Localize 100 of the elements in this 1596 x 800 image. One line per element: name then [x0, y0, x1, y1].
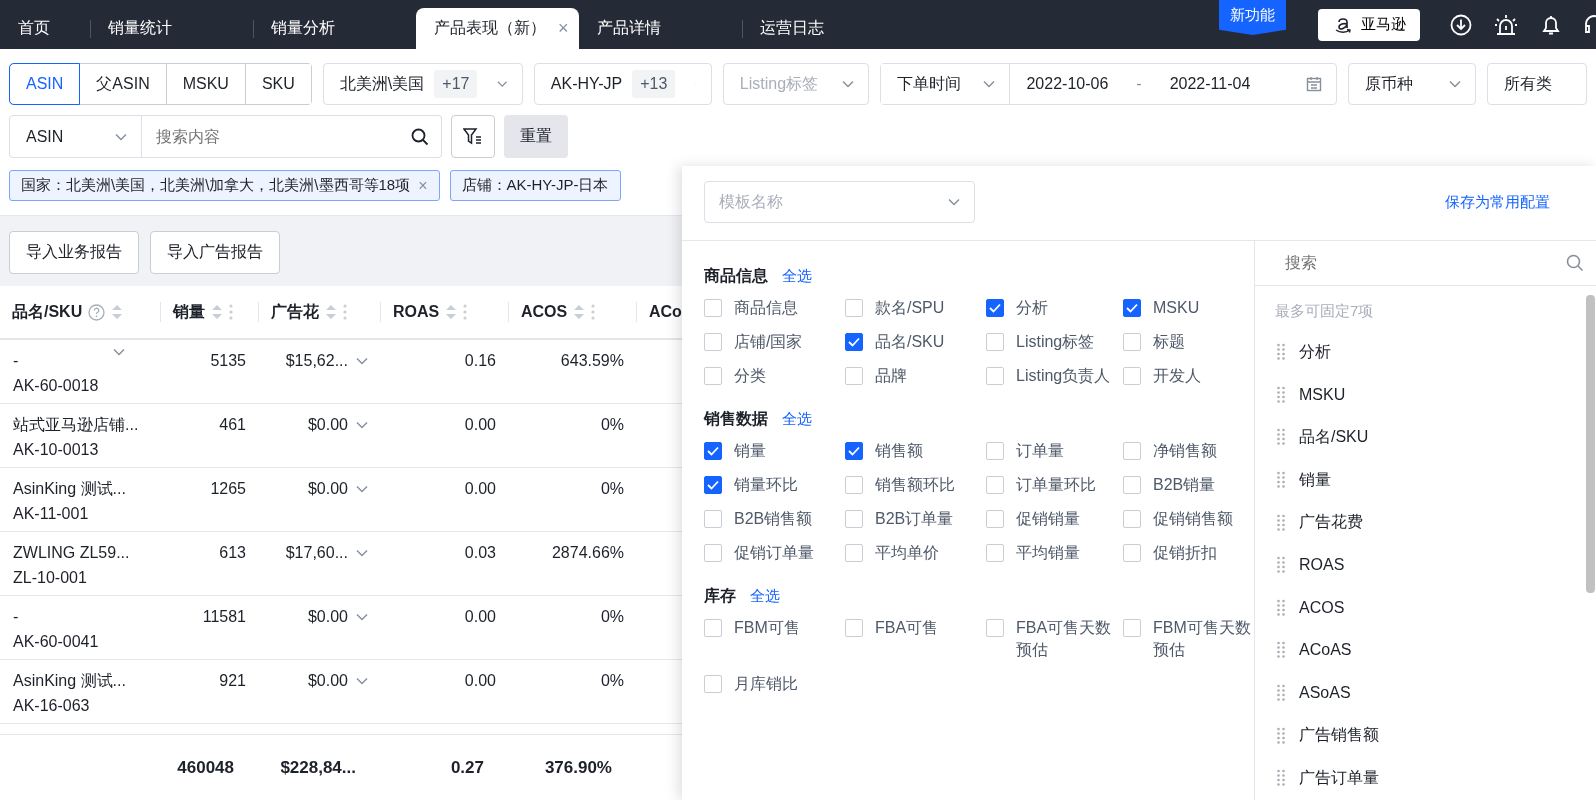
pinned-column-item[interactable]: 广告销售额 [1299, 725, 1379, 747]
checkbox[interactable] [845, 442, 863, 460]
sort-icon[interactable] [111, 304, 124, 320]
download-icon[interactable] [1450, 13, 1472, 36]
pinned-column-item[interactable]: ASoAS [1299, 684, 1351, 703]
drag-handle-icon[interactable] [1277, 684, 1285, 703]
bell-icon[interactable] [1540, 13, 1562, 36]
total-cell-text: $228,84... [280, 757, 357, 777]
ad-spend-cell-text: $0.00 [307, 415, 348, 435]
import-report-button[interactable]: 导入业务报告 [9, 231, 139, 274]
save-config-link[interactable]: 保存为常用配置 [1445, 192, 1550, 212]
more-icon[interactable] [463, 304, 468, 320]
select-all-link[interactable]: 全选 [782, 410, 812, 429]
nav-tab[interactable]: 销量统计 [90, 8, 253, 49]
checkbox[interactable] [704, 442, 722, 460]
checkbox-label: MSKU [1153, 298, 1200, 318]
checkbox-label: FBM可售 [734, 618, 800, 638]
filter-button[interactable] [451, 115, 495, 158]
drag-handle-icon[interactable] [1277, 343, 1285, 362]
check-icon [1126, 303, 1138, 313]
pinned-column-item[interactable]: 广告订单量 [1299, 767, 1379, 789]
drag-handle-icon[interactable] [1277, 471, 1285, 490]
product-name: AsinKing 测试... [13, 479, 126, 499]
store-select[interactable]: AK-HY-JP +13 [533, 63, 712, 105]
product-name: - [13, 351, 19, 371]
more-icon[interactable] [591, 304, 596, 320]
sku-text: ZL-10-001 [13, 568, 88, 588]
category-select[interactable]: 所有类 [1487, 63, 1587, 105]
pinned-column-item[interactable]: ACoAS [1299, 641, 1352, 660]
pinned-column-item[interactable]: 销量 [1299, 469, 1331, 491]
search-type-select[interactable]: ASIN [9, 115, 142, 158]
checkbox[interactable] [704, 476, 722, 494]
new-feature-badge[interactable]: 新功能 [1219, 0, 1286, 35]
sku-text: AK-11-001 [13, 504, 90, 524]
checkbox-label: 平均销量 [1016, 543, 1080, 563]
id-type-option[interactable]: SKU [244, 64, 311, 104]
roas-cell: 0.00 [464, 480, 496, 497]
drag-handle-icon[interactable] [1277, 513, 1285, 532]
nav-tab[interactable]: 首页 [0, 8, 90, 49]
sales-cell: 5135 [210, 352, 246, 369]
currency-select[interactable]: 原币种 [1348, 63, 1476, 105]
sales-cell: 613 [219, 544, 246, 561]
drag-handle-icon[interactable] [1277, 769, 1285, 788]
checkbox[interactable] [1123, 299, 1141, 317]
import-report-button[interactable]: 导入广告报告 [150, 231, 280, 274]
drag-handle-icon[interactable] [1277, 641, 1285, 660]
pinned-column-item[interactable]: MSKU [1299, 385, 1346, 404]
more-icon[interactable] [229, 304, 233, 320]
checkbox[interactable] [986, 299, 1004, 317]
sku-text: AK-60-0041 [13, 632, 100, 652]
pinned-column-item[interactable]: 广告花费 [1299, 512, 1363, 534]
checkbox-label: 商品信息 [734, 298, 798, 318]
checkbox-label: 款名/SPU [875, 298, 945, 318]
checkbox-label: B2B销量 [1153, 475, 1216, 495]
ad-spend-cell-text: $0.00 [307, 671, 348, 691]
drag-handle-icon[interactable] [1277, 598, 1285, 617]
sku-text: AK-16-063 [13, 696, 91, 716]
pinned-column-item[interactable]: ROAS [1299, 556, 1345, 575]
section-title: 库存 [704, 586, 736, 606]
pinned-column-item[interactable]: 品名/SKU [1299, 427, 1369, 448]
sort-icon[interactable] [325, 304, 337, 320]
select-all-link[interactable]: 全选 [782, 267, 812, 286]
checkbox-label: Listing负责人 [1016, 366, 1111, 386]
more-icon[interactable] [343, 304, 347, 320]
nav-tab[interactable]: 产品详情 [579, 8, 742, 49]
headset-icon[interactable] [1584, 13, 1596, 36]
checkbox-label: FBA可售天数预估 [1016, 618, 1113, 660]
checkbox-label: FBA可售 [875, 618, 939, 638]
sku-text: AK-10-0013 [13, 440, 100, 460]
total-cell-text: 460048 [177, 757, 235, 777]
select-all-link[interactable]: 全选 [750, 587, 780, 606]
drag-handle-icon[interactable] [1277, 726, 1285, 745]
nav-tab[interactable]: 运营日志 [742, 8, 905, 49]
checkbox-label: B2B销售额 [734, 509, 813, 529]
nav-tab[interactable]: 产品表现（新） × [416, 8, 579, 49]
reset-button[interactable]: 重置 [504, 115, 568, 158]
dropdown-icon [356, 612, 368, 621]
checkbox-label: 订单量环比 [1016, 475, 1096, 495]
alarm-light-icon[interactable] [1494, 13, 1518, 36]
product-name: AsinKing 测试... [13, 671, 126, 691]
sort-icon[interactable] [573, 304, 586, 320]
nav-tab[interactable]: 销量分析 [253, 8, 416, 49]
pin-limit-hint: 最多可固定7项 [1274, 301, 1375, 321]
roas-cell: 0.00 [464, 608, 496, 625]
column-header: 销量 [173, 301, 205, 322]
drag-handle-icon[interactable] [1277, 428, 1285, 447]
filter-tag-text: 国家：北美洲\美国，北美洲\加拿大，北美洲\墨西哥等18项 [21, 176, 411, 195]
sort-icon[interactable] [211, 304, 223, 320]
store-button[interactable]: 亚马逊 [1318, 8, 1420, 41]
country-select[interactable]: 北美洲\美国 +17 [322, 63, 523, 105]
sort-icon[interactable] [445, 304, 458, 320]
id-type-option[interactable]: ASIN [10, 64, 80, 104]
scrollbar[interactable] [1586, 295, 1595, 593]
checkbox[interactable] [845, 333, 863, 351]
drag-handle-icon[interactable] [1277, 385, 1285, 404]
pinned-column-item[interactable]: ACOS [1299, 598, 1345, 617]
search-icon[interactable] [411, 127, 429, 146]
drag-handle-icon[interactable] [1277, 556, 1285, 575]
pinned-column-item[interactable]: 分析 [1299, 341, 1331, 363]
help-icon[interactable] [88, 303, 106, 321]
